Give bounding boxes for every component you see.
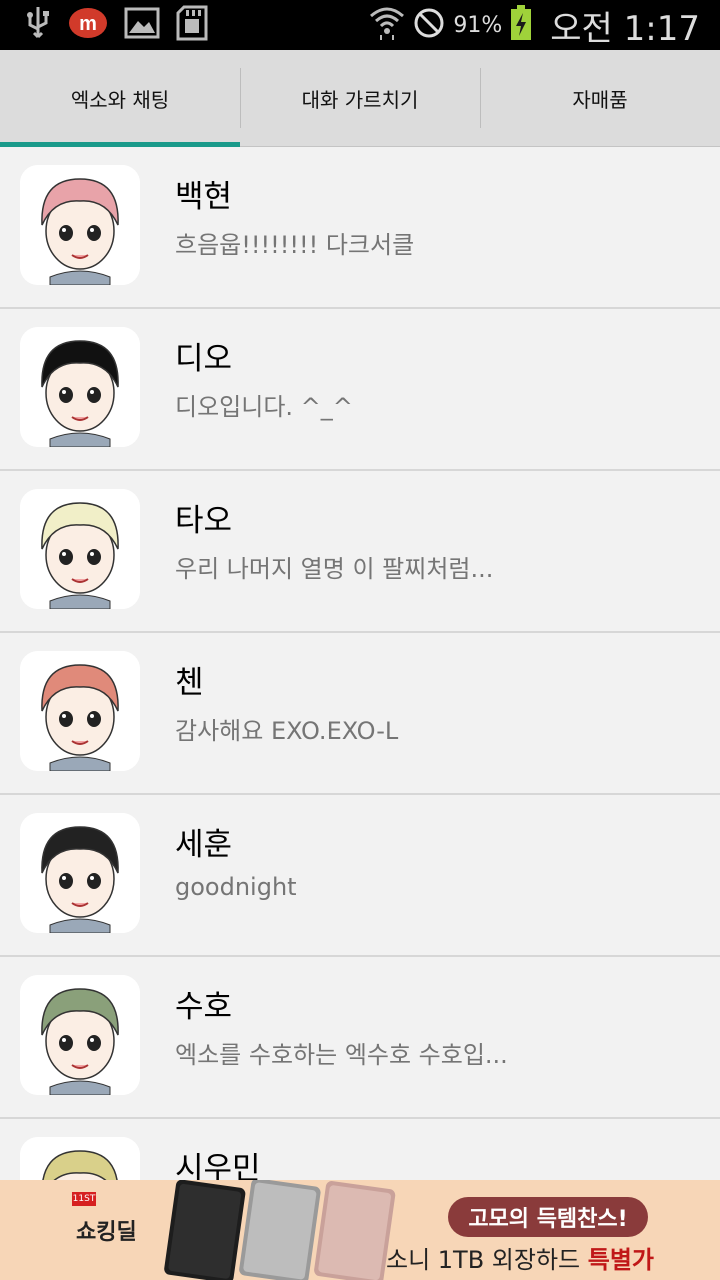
tab-chat-with-exo[interactable]: 엑소와 채팅 [0, 50, 240, 146]
status-bar: m 91% 오전 1:17 [0, 0, 720, 50]
contact-name: 디오 [175, 341, 233, 377]
last-message: 우리 나머지 열명 이 팔찌처럼... [175, 555, 494, 583]
chat-row[interactable]: 첸 감사해요 EXO.EXO-L [0, 633, 720, 795]
notification-icons: m [24, 5, 208, 45]
chat-row[interactable]: 디오 디오입니다. ^_^ [0, 309, 720, 471]
chat-row[interactable]: 시우민 [0, 1119, 720, 1180]
contact-name: 시우민 [175, 1151, 261, 1180]
chat-list[interactable]: 백현 흐음웁!!!!!!!! 다크서클 디오 디오입니다. ^_^ 타오 우리 … [0, 147, 720, 1180]
contact-name: 타오 [175, 503, 233, 539]
tab-bar: 엑소와 채팅 대화 가르치기 자매품 [0, 50, 720, 147]
ad-banner[interactable]: 11ST 쇼킹딜 고모의 득템찬스! 소니 1TB 외장하드 특별가 [0, 1180, 720, 1280]
ad-subline-highlight: 특별가 [587, 1246, 655, 1274]
app-m-icon: m [68, 7, 108, 43]
tab-teach-conversation[interactable]: 대화 가르치기 [240, 50, 480, 146]
svg-text:m: m [79, 13, 97, 35]
battery-charging-icon [510, 5, 532, 45]
ad-badge: 11ST [72, 1192, 96, 1206]
avatar [20, 489, 140, 609]
tab-sister-apps[interactable]: 자매품 [480, 50, 720, 146]
sd-card-icon [176, 5, 208, 45]
avatar [20, 1137, 140, 1180]
last-message: 흐음웁!!!!!!!! 다크서클 [175, 231, 415, 259]
ad-headline: 고모의 득템찬스! [448, 1197, 648, 1237]
avatar [20, 813, 140, 933]
usb-icon [24, 5, 52, 45]
last-message: 엑소를 수호하는 엑수호 수호입... [175, 1041, 508, 1069]
chat-row[interactable]: 수호 엑소를 수호하는 엑수호 수호입... [0, 957, 720, 1119]
image-icon [124, 7, 160, 43]
last-message: 디오입니다. ^_^ [175, 393, 353, 421]
avatar [20, 975, 140, 1095]
avatar [20, 651, 140, 771]
ad-subline-text: 소니 1TB 외장하드 [386, 1246, 588, 1274]
last-message: 감사해요 EXO.EXO-L [175, 717, 399, 745]
last-message: goodnight [175, 873, 297, 901]
avatar [20, 165, 140, 285]
avatar [20, 327, 140, 447]
chat-row[interactable]: 타오 우리 나머지 열명 이 팔찌처럼... [0, 471, 720, 633]
contact-name: 첸 [175, 665, 204, 701]
contact-name: 수호 [175, 989, 233, 1025]
contact-name: 세훈 [175, 827, 233, 863]
system-icons: 91% 오전 1:17 [369, 0, 700, 50]
chat-row[interactable]: 백현 흐음웁!!!!!!!! 다크서클 [0, 147, 720, 309]
hard-drive-image [164, 1180, 396, 1280]
wifi-icon [369, 6, 405, 44]
ad-logo: 쇼킹딜 [76, 1220, 137, 1245]
blocked-icon [413, 7, 445, 43]
battery-percent: 91% [453, 12, 503, 38]
ad-subline: 소니 1TB 외장하드 특별가 [386, 1240, 654, 1275]
clock: 오전 1:17 [550, 8, 700, 49]
contact-name: 백현 [175, 179, 233, 215]
chat-row[interactable]: 세훈 goodnight [0, 795, 720, 957]
